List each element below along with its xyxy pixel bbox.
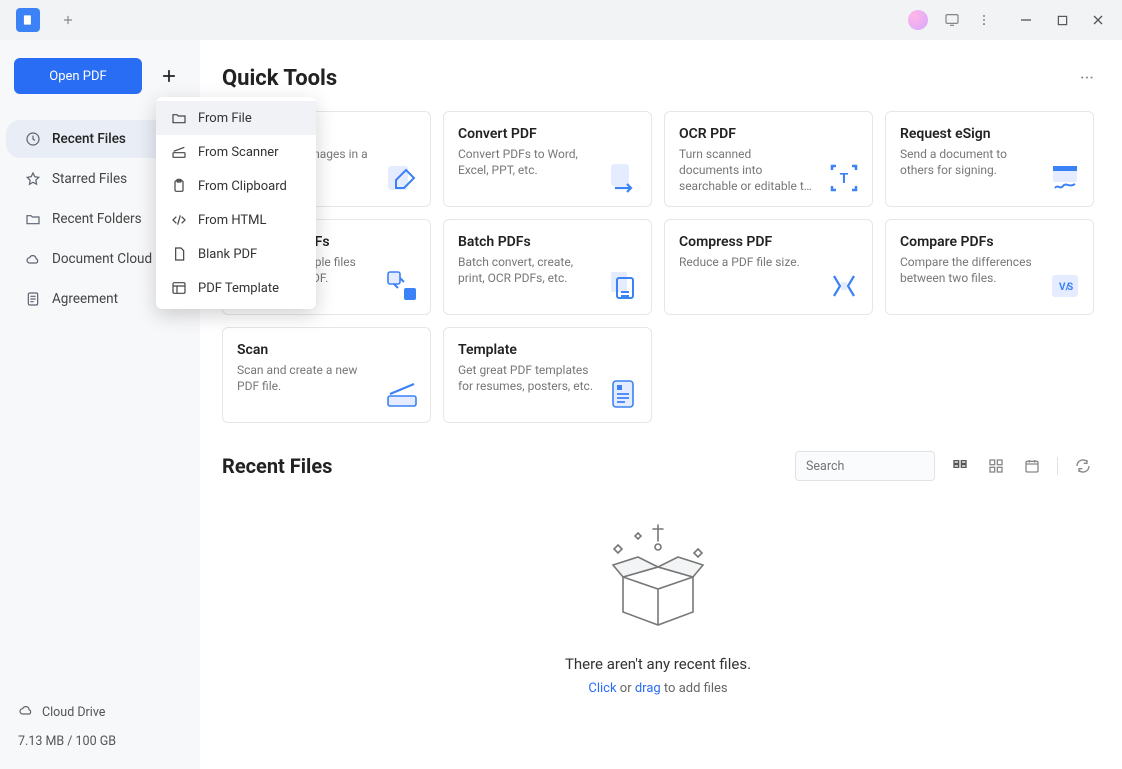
compress-icon	[826, 268, 862, 304]
svg-text:S: S	[1067, 282, 1073, 293]
grid-view-button[interactable]	[985, 455, 1007, 477]
tool-card-request-esign[interactable]: Request eSign Send a document to others …	[885, 111, 1094, 207]
sidebar-footer: Cloud Drive 7.13 MB / 100 GB	[0, 688, 200, 769]
tool-card-compare-pdfs[interactable]: Compare PDFs Compare the differences bet…	[885, 219, 1094, 315]
folder-icon	[24, 210, 42, 228]
menu-item-label: From Clipboard	[198, 179, 287, 194]
blank-page-icon	[170, 245, 188, 263]
esign-icon	[1047, 160, 1083, 196]
search-box[interactable]	[795, 451, 935, 481]
recent-files-empty-state: There aren't any recent files. Click or …	[222, 491, 1094, 706]
sidebar-item-label: Document Cloud	[52, 251, 152, 267]
create-pdf-dropdown: From File From Scanner From Clipboard Fr…	[156, 97, 316, 309]
window-close-button[interactable]	[1080, 4, 1116, 36]
tool-card-convert-pdf[interactable]: Convert PDF Convert PDFs to Word, Excel,…	[443, 111, 652, 207]
menu-item-from-clipboard[interactable]: From Clipboard	[156, 169, 316, 203]
tool-card-batch-pdfs[interactable]: Batch PDFs Batch convert, create, print,…	[443, 219, 652, 315]
folder-icon	[170, 109, 188, 127]
app-logo	[16, 8, 40, 32]
search-input[interactable]	[804, 458, 967, 475]
divider	[1057, 457, 1058, 475]
window-minimize-button[interactable]	[1008, 4, 1044, 36]
menu-item-from-file[interactable]: From File	[156, 101, 316, 135]
title-bar	[0, 0, 1122, 40]
tool-title: Compress PDF	[679, 234, 858, 250]
cloud-drive-label: Cloud Drive	[42, 705, 105, 720]
menu-item-pdf-template[interactable]: PDF Template	[156, 271, 316, 305]
avatar-icon[interactable]	[908, 10, 928, 30]
tool-title: Convert PDF	[458, 126, 637, 142]
tool-card-ocr-pdf[interactable]: OCR PDF Turn scanned documents into sear…	[664, 111, 873, 207]
ocr-icon: T	[826, 160, 862, 196]
document-icon	[24, 290, 42, 308]
menu-item-from-html[interactable]: From HTML	[156, 203, 316, 237]
combine-icon	[384, 268, 420, 304]
clipboard-icon	[170, 177, 188, 195]
compare-icon: V/S	[1047, 268, 1083, 304]
tool-title: Template	[458, 342, 637, 358]
feedback-icon[interactable]	[936, 4, 968, 36]
tool-title: Batch PDFs	[458, 234, 637, 250]
main-content: Quick Tools ··· Edit PDF Edit text and i…	[200, 40, 1122, 769]
scan-icon	[384, 376, 420, 412]
sidebar-item-label: Agreement	[52, 291, 118, 307]
quick-tools-more-button[interactable]: ···	[1080, 68, 1094, 89]
storage-quota-label: 7.13 MB / 100 GB	[18, 734, 182, 749]
cloud-icon	[24, 250, 42, 268]
open-pdf-label: Open PDF	[49, 69, 106, 84]
cloud-drive-link[interactable]: Cloud Drive	[18, 702, 182, 722]
sidebar-item-label: Recent Files	[52, 131, 126, 147]
tool-card-compress-pdf[interactable]: Compress PDF Reduce a PDF file size.	[664, 219, 873, 315]
empty-state-hint: Click or drag to add files	[588, 681, 727, 696]
drag-link[interactable]: drag	[635, 681, 661, 696]
clock-icon	[24, 130, 42, 148]
calendar-view-button[interactable]	[1021, 455, 1043, 477]
svg-text:T: T	[840, 171, 849, 187]
menu-item-blank-pdf[interactable]: Blank PDF	[156, 237, 316, 271]
menu-item-label: PDF Template	[198, 281, 279, 296]
template-icon	[605, 376, 641, 412]
menu-item-label: From File	[198, 111, 252, 126]
list-view-button[interactable]	[949, 455, 971, 477]
tool-card-scan[interactable]: Scan Scan and create a new PDF file.	[222, 327, 431, 423]
scanner-icon	[170, 143, 188, 161]
batch-icon	[605, 268, 641, 304]
menu-item-from-scanner[interactable]: From Scanner	[156, 135, 316, 169]
quick-tools-grid: Edit PDF Edit text and images in a PDF f…	[222, 111, 1094, 423]
edit-icon	[384, 160, 420, 196]
refresh-button[interactable]	[1072, 455, 1094, 477]
menu-item-label: Blank PDF	[198, 247, 257, 262]
quick-tools-heading: Quick Tools	[222, 66, 337, 91]
new-tab-button[interactable]	[56, 8, 80, 32]
menu-item-label: From Scanner	[198, 145, 279, 160]
tool-title: OCR PDF	[679, 126, 858, 142]
cloud-icon	[18, 702, 34, 722]
tool-title: Compare PDFs	[900, 234, 1079, 250]
tool-title: Scan	[237, 342, 416, 358]
kebab-menu-icon[interactable]	[968, 4, 1000, 36]
empty-state-message: There aren't any recent files.	[565, 655, 751, 673]
empty-box-icon	[593, 517, 723, 637]
template-icon	[170, 279, 188, 297]
sidebar-item-label: Recent Folders	[52, 211, 142, 227]
create-pdf-plus-button[interactable]	[152, 59, 186, 93]
click-link[interactable]: Click	[588, 681, 616, 696]
menu-item-label: From HTML	[198, 213, 267, 228]
html-icon	[170, 211, 188, 229]
tool-card-template[interactable]: Template Get great PDF templates for res…	[443, 327, 652, 423]
sidebar-item-label: Starred Files	[52, 171, 127, 187]
tool-title: Request eSign	[900, 126, 1079, 142]
star-icon	[24, 170, 42, 188]
recent-files-heading: Recent Files	[222, 454, 332, 478]
window-maximize-button[interactable]	[1044, 4, 1080, 36]
open-pdf-button[interactable]: Open PDF	[14, 58, 142, 94]
convert-icon	[605, 160, 641, 196]
